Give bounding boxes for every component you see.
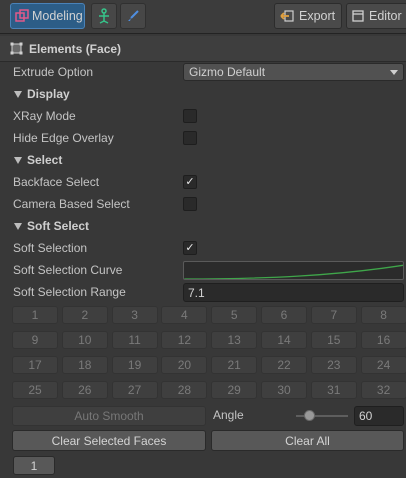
paint-tab[interactable] — [120, 3, 146, 29]
smoothing-group-button[interactable]: 19 — [111, 356, 158, 374]
editor-window-icon — [352, 10, 364, 22]
auto-smooth-button[interactable]: Auto Smooth — [12, 406, 206, 426]
smoothing-group-button[interactable]: 8 — [360, 306, 406, 324]
export-label: Export — [299, 9, 336, 23]
soft-select-section-title: Soft Select — [27, 219, 90, 233]
modeling-cube-icon — [15, 9, 29, 23]
soft-selection-range-value: 7.1 — [188, 285, 205, 300]
modeling-tab-label: Modeling — [32, 9, 83, 23]
extrude-option-label: Extrude Option — [13, 65, 94, 79]
foldout-triangle-icon — [14, 222, 22, 230]
xray-mode-label: XRay Mode — [13, 109, 76, 123]
clear-selected-faces-button[interactable]: Clear Selected Faces — [12, 430, 206, 451]
checkmark-icon: ✓ — [185, 176, 195, 188]
camera-based-select-label: Camera Based Select — [13, 197, 130, 211]
select-section-header[interactable]: Select — [14, 150, 62, 170]
smoothing-group-button[interactable]: 32 — [360, 381, 406, 399]
smoothing-group-button[interactable]: 27 — [111, 381, 158, 399]
smoothing-group-button[interactable]: 24 — [360, 356, 406, 374]
auto-smooth-label: Auto Smooth — [74, 409, 144, 423]
smoothing-group-button[interactable]: 26 — [61, 381, 108, 399]
xray-mode-checkbox[interactable] — [183, 109, 197, 123]
smoothing-group-button[interactable]: 12 — [161, 331, 208, 349]
display-section-title: Display — [27, 87, 70, 101]
hide-edge-overlay-label: Hide Edge Overlay — [13, 131, 114, 145]
smoothing-group-button[interactable]: 23 — [310, 356, 357, 374]
chevron-down-icon — [390, 70, 398, 75]
brush-icon — [126, 9, 140, 23]
foldout-triangle-icon — [14, 90, 22, 98]
smoothing-group-button[interactable]: 3 — [111, 306, 158, 324]
rig-icon — [96, 8, 112, 24]
angle-field[interactable]: 60 — [354, 406, 404, 426]
panel-title: Elements (Face) — [29, 41, 122, 56]
smoothing-group-button[interactable]: 15 — [310, 331, 357, 349]
toolbar: Modeling Export Editor — [0, 0, 406, 34]
curve-preview — [184, 264, 403, 279]
soft-selection-curve-label: Soft Selection Curve — [13, 263, 123, 277]
foldout-triangle-icon — [14, 156, 22, 164]
select-section-title: Select — [27, 153, 63, 167]
soft-selection-range-field[interactable]: 7.1 — [183, 283, 404, 302]
panel-header: Elements (Face) — [0, 36, 406, 62]
smoothing-group-button[interactable]: 9 — [12, 331, 58, 349]
smoothing-group-button[interactable]: 16 — [360, 331, 406, 349]
smoothing-group-button[interactable]: 5 — [211, 306, 258, 324]
display-section-header[interactable]: Display — [14, 84, 70, 104]
face-mode-icon — [10, 42, 23, 55]
smoothing-group-button[interactable]: 7 — [310, 306, 357, 324]
smoothing-group-button[interactable]: 18 — [61, 356, 108, 374]
clear-all-label: Clear All — [285, 433, 330, 448]
smoothing-group-button[interactable]: 17 — [12, 356, 58, 374]
smoothing-group-button[interactable]: 4 — [161, 306, 208, 324]
smoothing-group-button[interactable]: 2 — [61, 306, 108, 324]
smoothing-group-button[interactable]: 11 — [111, 331, 158, 349]
smoothing-group-button[interactable]: 25 — [12, 381, 58, 399]
soft-select-section-header[interactable]: Soft Select — [14, 216, 89, 236]
angle-slider-thumb[interactable] — [303, 410, 315, 421]
smoothing-group-button[interactable]: 10 — [61, 331, 108, 349]
backface-select-label: Backface Select — [13, 175, 100, 189]
soft-selection-checkbox[interactable]: ✓ — [183, 241, 197, 255]
clear-selected-faces-label: Clear Selected Faces — [51, 433, 167, 448]
page-label: 1 — [30, 458, 38, 473]
clear-all-button[interactable]: Clear All — [211, 430, 404, 451]
editor-label: Editor — [369, 9, 402, 23]
angle-label: Angle — [213, 408, 244, 422]
smoothing-group-button[interactable]: 14 — [261, 331, 307, 349]
smoothing-group-button[interactable]: 28 — [161, 381, 208, 399]
soft-selection-label: Soft Selection — [13, 241, 88, 255]
smoothing-group-button[interactable]: 29 — [211, 381, 258, 399]
smoothing-group-button[interactable]: 21 — [211, 356, 258, 374]
extrude-option-dropdown[interactable]: Gizmo Default — [183, 63, 404, 81]
angle-value: 60 — [359, 409, 373, 423]
extrude-option-value: Gizmo Default — [189, 65, 266, 79]
rig-tab[interactable] — [91, 3, 117, 29]
soft-selection-curve-field[interactable] — [183, 261, 404, 280]
smoothing-group-button[interactable]: 1 — [12, 306, 58, 324]
checkmark-icon: ✓ — [185, 242, 195, 254]
smoothing-group-button[interactable]: 13 — [211, 331, 258, 349]
editor-button[interactable]: Editor — [346, 3, 406, 29]
smoothing-group-button[interactable]: 30 — [261, 381, 307, 399]
modeling-tab[interactable]: Modeling — [10, 3, 85, 29]
hide-edge-overlay-checkbox[interactable] — [183, 131, 197, 145]
backface-select-checkbox[interactable]: ✓ — [183, 175, 197, 189]
soft-selection-range-label: Soft Selection Range — [13, 285, 126, 299]
export-icon — [280, 9, 294, 23]
smoothing-group-button[interactable]: 20 — [161, 356, 208, 374]
page-button[interactable]: 1 — [13, 456, 55, 475]
smoothing-group-button[interactable]: 31 — [310, 381, 357, 399]
smoothing-group-button[interactable]: 22 — [261, 356, 307, 374]
export-button[interactable]: Export — [274, 3, 342, 29]
camera-based-select-checkbox[interactable] — [183, 197, 197, 211]
smoothing-group-button[interactable]: 6 — [261, 306, 307, 324]
